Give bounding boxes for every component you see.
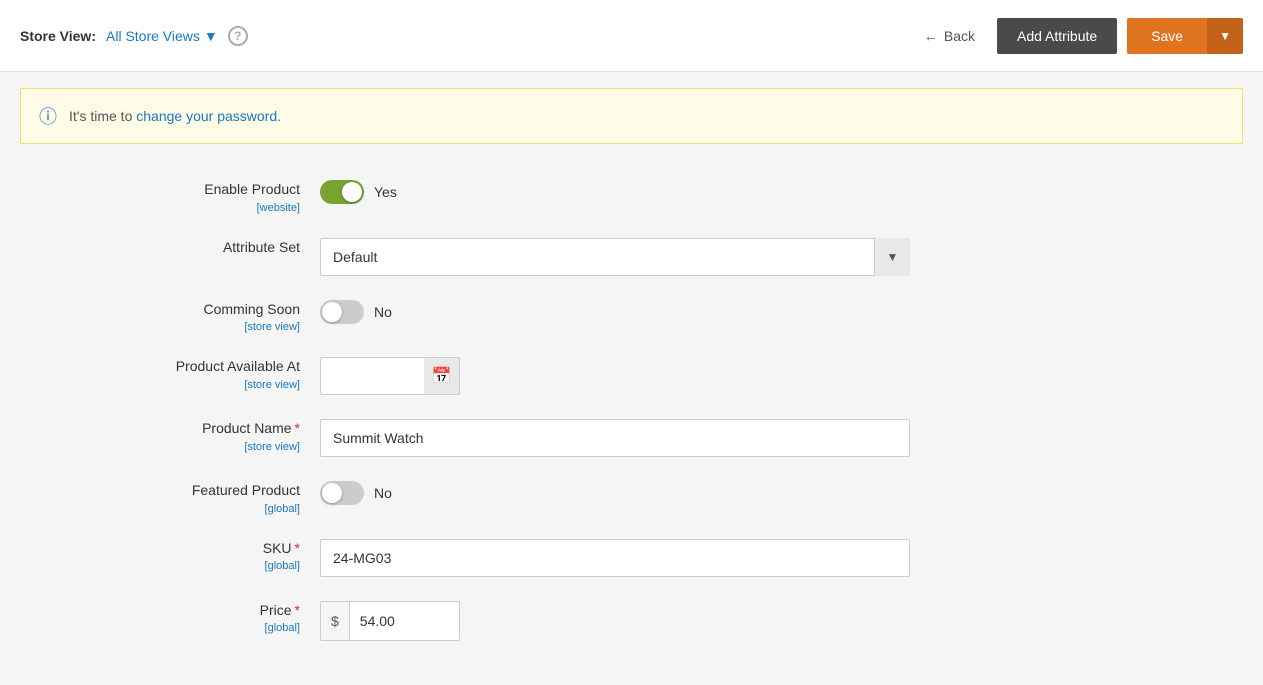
change-password-link[interactable]: change your password. <box>136 108 281 124</box>
featured-product-toggle-label: No <box>374 485 392 501</box>
product-available-at-label-group: Product Available At [store view] <box>100 357 320 391</box>
required-star: * <box>295 420 300 436</box>
toggle-thumb <box>342 182 362 202</box>
toggle-thumb <box>322 302 342 322</box>
featured-product-toggle[interactable] <box>320 481 364 505</box>
product-name-scope: [store view] <box>100 441 300 453</box>
price-control: $ <box>320 601 920 641</box>
enable-product-row: Enable Product [website] Yes <box>20 180 1180 214</box>
toggle-track <box>320 481 364 505</box>
product-form: Enable Product [website] Yes Attribute S… <box>0 160 1200 685</box>
comming-soon-row: Comming Soon [store view] No <box>20 300 1180 334</box>
info-icon: ⓘ <box>39 103 57 129</box>
product-name-row: Product Name* [store view] <box>20 419 1180 457</box>
notice-banner: ⓘ It's time to change your password. <box>20 88 1243 144</box>
add-attribute-button[interactable]: Add Attribute <box>997 18 1117 54</box>
save-dropdown-button[interactable]: ▼ <box>1207 18 1243 54</box>
attribute-set-row: Attribute Set Default ▼ <box>20 238 1180 276</box>
back-label: Back <box>944 28 975 44</box>
enable-product-label-group: Enable Product [website] <box>100 180 320 214</box>
store-view-label: Store View: <box>20 28 96 44</box>
enable-product-label: Enable Product <box>204 181 300 197</box>
enable-product-scope: [website] <box>100 202 300 214</box>
chevron-down-icon: ▼ <box>1219 29 1231 43</box>
toggle-track <box>320 180 364 204</box>
required-star: * <box>295 602 300 618</box>
notice-text: It's time to change your password. <box>69 108 281 124</box>
product-available-at-control: 📅 <box>320 357 920 395</box>
price-label: Price* <box>260 602 300 618</box>
featured-product-scope: [global] <box>100 503 300 515</box>
attribute-set-label-group: Attribute Set <box>100 238 320 258</box>
price-input[interactable] <box>350 602 440 640</box>
attribute-set-select[interactable]: Default <box>320 238 910 276</box>
price-scope: [global] <box>100 622 300 634</box>
comming-soon-label-group: Comming Soon [store view] <box>100 300 320 334</box>
enable-product-control: Yes <box>320 180 920 204</box>
attribute-set-label: Attribute Set <box>223 239 300 255</box>
header-left: Store View: All Store Views ▼ ? <box>20 26 248 46</box>
save-button-group: Save ▼ <box>1127 18 1243 54</box>
comming-soon-control: No <box>320 300 920 324</box>
date-input-wrapper: 📅 <box>320 357 460 395</box>
store-view-value: All Store Views <box>106 28 200 44</box>
header-right: ← Back Add Attribute Save ▼ <box>912 18 1243 54</box>
sku-label-group: SKU* [global] <box>100 539 320 573</box>
currency-symbol: $ <box>321 602 350 640</box>
sku-scope: [global] <box>100 560 300 572</box>
enable-product-toggle[interactable] <box>320 180 364 204</box>
price-input-wrapper: $ <box>320 601 460 641</box>
comming-soon-toggle-wrapper: No <box>320 300 392 324</box>
save-button[interactable]: Save <box>1127 18 1207 54</box>
sku-input[interactable] <box>320 539 910 577</box>
back-arrow-icon: ← <box>924 28 938 44</box>
price-row: Price* [global] $ <box>20 601 1180 641</box>
enable-product-toggle-label: Yes <box>374 184 397 200</box>
required-star: * <box>295 540 300 556</box>
sku-label: SKU* <box>263 540 300 556</box>
attribute-set-control: Default ▼ <box>320 238 920 276</box>
featured-product-control: No <box>320 481 920 505</box>
comming-soon-toggle-label: No <box>374 304 392 320</box>
help-icon[interactable]: ? <box>228 26 248 46</box>
page-header: Store View: All Store Views ▼ ? ← Back A… <box>0 0 1263 72</box>
enable-product-toggle-wrapper: Yes <box>320 180 397 204</box>
comming-soon-toggle[interactable] <box>320 300 364 324</box>
featured-product-label: Featured Product <box>192 482 300 498</box>
calendar-button[interactable]: 📅 <box>424 357 460 395</box>
product-name-label-group: Product Name* [store view] <box>100 419 320 453</box>
comming-soon-scope: [store view] <box>100 321 300 333</box>
product-name-control <box>320 419 920 457</box>
comming-soon-label: Comming Soon <box>204 301 301 317</box>
product-available-at-scope: [store view] <box>100 379 300 391</box>
sku-row: SKU* [global] <box>20 539 1180 577</box>
back-button[interactable]: ← Back <box>912 20 987 52</box>
toggle-track <box>320 300 364 324</box>
product-name-input[interactable] <box>320 419 910 457</box>
product-name-label: Product Name* <box>202 420 300 436</box>
product-available-at-label: Product Available At <box>176 358 300 374</box>
chevron-down-icon: ▼ <box>204 28 218 44</box>
attribute-set-select-wrapper: Default ▼ <box>320 238 910 276</box>
product-available-at-row: Product Available At [store view] 📅 <box>20 357 1180 395</box>
featured-product-toggle-wrapper: No <box>320 481 392 505</box>
price-label-group: Price* [global] <box>100 601 320 635</box>
sku-control <box>320 539 920 577</box>
store-view-selector[interactable]: All Store Views ▼ <box>106 28 218 44</box>
featured-product-label-group: Featured Product [global] <box>100 481 320 515</box>
toggle-thumb <box>322 483 342 503</box>
featured-product-row: Featured Product [global] No <box>20 481 1180 515</box>
